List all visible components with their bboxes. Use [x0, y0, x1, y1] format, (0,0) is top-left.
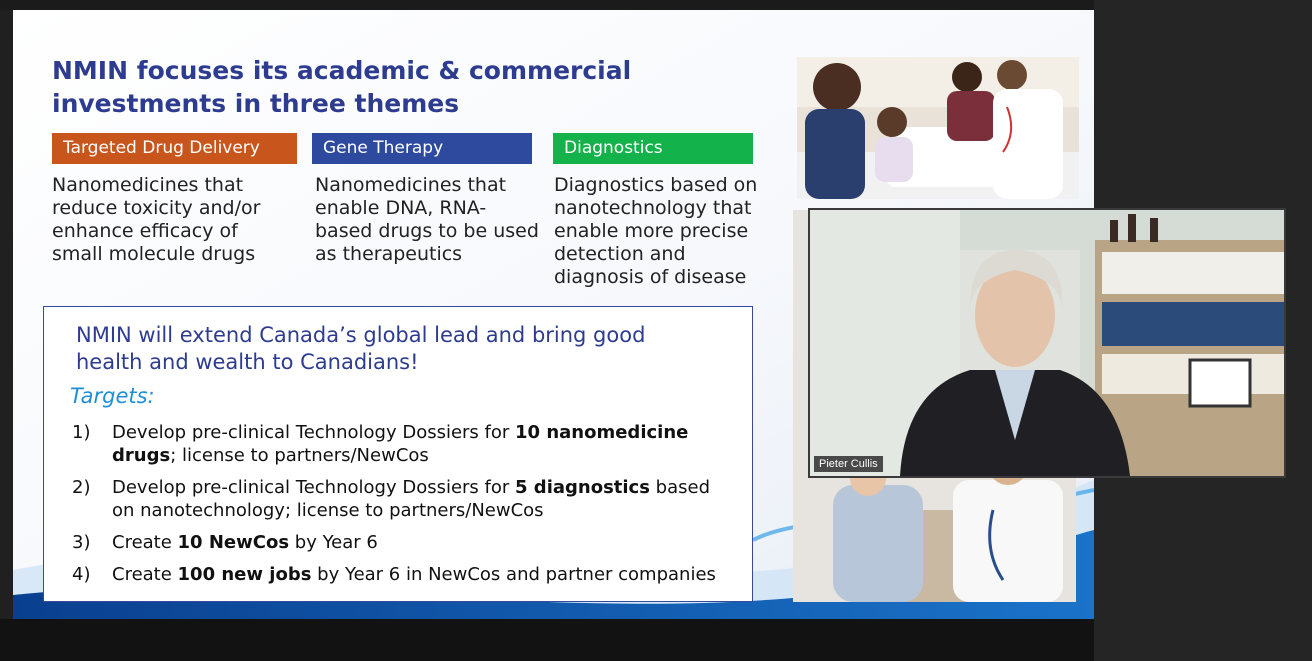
target-text-bold: 5 diagnostics	[515, 477, 650, 498]
target-text-plain: by Year 6	[289, 532, 378, 553]
targets-box: NMIN will extend Canada’s global lead an…	[43, 306, 753, 602]
targets-headline-line: NMIN will extend Canada’s global lead an…	[76, 323, 646, 347]
target-text-bold: 10 nanomedicine	[515, 422, 689, 443]
theme-description-line: Nanomedicines that	[315, 174, 507, 196]
target-number: 1)	[72, 422, 91, 443]
theme-description-line: Nanomedicines that	[52, 174, 244, 196]
target-text: Develop pre-clinical Technology Dossiers…	[112, 476, 742, 522]
target-text: Create 100 new jobs by Year 6 in NewCos …	[112, 563, 742, 586]
theme-description-line: Diagnostics based on	[554, 174, 758, 196]
theme-tab-targeted-drug-delivery: Targeted Drug Delivery	[52, 133, 297, 164]
theme-description-line: diagnosis of disease	[554, 266, 747, 288]
target-number: 2)	[72, 477, 91, 498]
participant-video-tile[interactable]: Pieter Cullis	[808, 208, 1286, 478]
target-text-plain: Develop pre-clinical Technology Dossiers…	[112, 477, 516, 498]
participant-name-tag: Pieter Cullis	[814, 456, 883, 472]
slide-title: NMIN focuses its academic & commercial i…	[52, 54, 672, 120]
theme-description-line: enhance efficacy of	[52, 220, 238, 242]
slide-title-line: NMIN focuses its academic & commercial	[52, 56, 632, 85]
theme-description-diagnostics: Diagnostics based on nanotechnology that…	[554, 174, 757, 289]
theme-description-line: small molecule drugs	[52, 243, 256, 265]
targets-label: Targets:	[70, 384, 155, 408]
targets-headline-line: health and wealth to Canadians!	[76, 350, 419, 374]
target-text: Create 10 NewCos by Year 6	[112, 531, 742, 554]
target-text-plain: by Year 6 in NewCos and partner companie…	[311, 564, 716, 585]
theme-description-targeted-drug-delivery: Nanomedicines that reduce toxicity and/o…	[52, 174, 260, 266]
target-number: 3)	[72, 532, 91, 553]
target-text-bold: 10 NewCos	[177, 532, 290, 553]
target-text-bold: 100 new jobs	[177, 564, 312, 585]
theme-description-line: detection and	[554, 243, 686, 265]
theme-tab-diagnostics: Diagnostics	[553, 133, 753, 164]
targets-headline: NMIN will extend Canada’s global lead an…	[76, 322, 736, 376]
slide-title-line: investments in three themes	[52, 89, 460, 118]
target-text-plain: Create	[112, 564, 178, 585]
theme-description-line: reduce toxicity and/or	[52, 197, 261, 219]
theme-description-line: enable more precise	[554, 220, 749, 242]
target-number: 4)	[72, 564, 91, 585]
bottom-bar	[0, 619, 1094, 661]
theme-tab-gene-therapy: Gene Therapy	[312, 133, 532, 164]
target-text-plain: Develop pre-clinical Technology Dossiers…	[112, 422, 516, 443]
theme-description-gene-therapy: Nanomedicines that enable DNA, RNA- base…	[315, 174, 539, 266]
target-text-plain: Create	[112, 532, 178, 553]
theme-tab-label: Gene Therapy	[323, 138, 444, 158]
target-text-plain: based	[649, 477, 711, 498]
participant-video	[810, 210, 1284, 476]
hospital-photo	[797, 57, 1079, 199]
theme-tab-label: Targeted Drug Delivery	[63, 138, 260, 158]
target-text-plain: on nanotechnology; license to partners/N…	[112, 500, 544, 521]
theme-description-line: enable DNA, RNA-	[315, 197, 487, 219]
target-text: Develop pre-clinical Technology Dossiers…	[112, 421, 742, 467]
target-text-bold: drugs	[112, 445, 171, 466]
theme-description-line: as therapeutics	[315, 243, 463, 265]
theme-description-line: nanotechnology that	[554, 197, 752, 219]
theme-tab-label: Diagnostics	[564, 138, 663, 158]
theme-description-line: based drugs to be used	[315, 220, 539, 242]
target-text-plain: ; license to partners/NewCos	[170, 445, 429, 466]
